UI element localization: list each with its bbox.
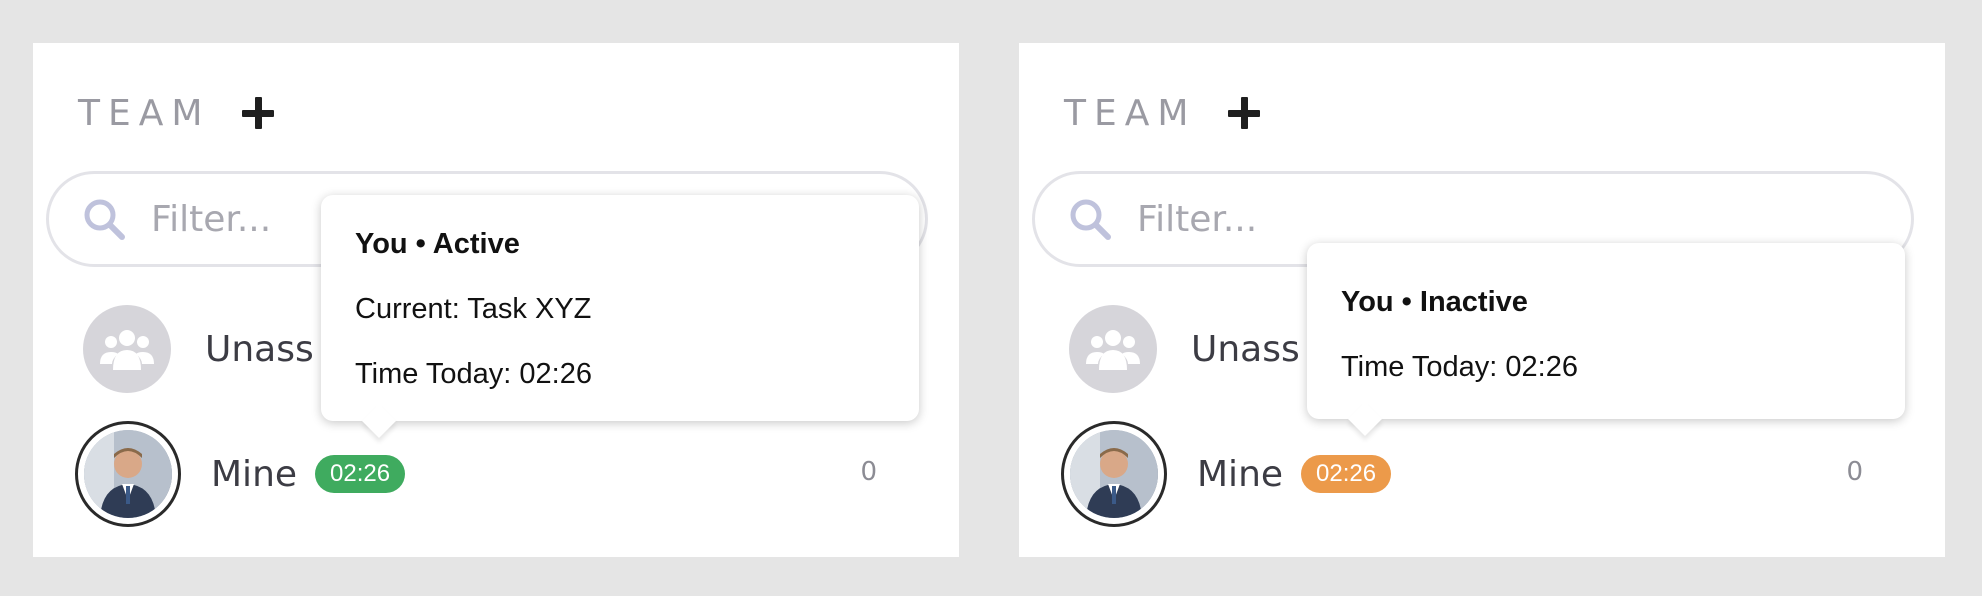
group-icon bbox=[83, 305, 171, 393]
team-panel-inactive: TEAM Unass bbox=[1019, 43, 1945, 557]
tooltip-title: You • Active bbox=[355, 228, 520, 260]
group-icon bbox=[1069, 305, 1157, 393]
tooltip-time-today: Time Today: 02:26 bbox=[355, 358, 592, 390]
team-item-mine[interactable]: Mine 02:26 0 bbox=[1061, 421, 1921, 527]
team-item-unassigned[interactable]: Unass bbox=[1069, 305, 1300, 393]
team-header: TEAM bbox=[78, 85, 276, 141]
tooltip-current-task: Current: Task XYZ bbox=[355, 293, 592, 325]
task-count: 0 bbox=[1846, 457, 1863, 487]
mine-label: Mine bbox=[1197, 453, 1284, 495]
add-team-plus-icon[interactable] bbox=[240, 95, 276, 131]
unassigned-label: Unass bbox=[205, 328, 314, 370]
status-tooltip: You • Inactive Time Today: 02:26 bbox=[1307, 243, 1905, 436]
user-avatar bbox=[1061, 421, 1167, 527]
task-count: 0 bbox=[860, 457, 877, 487]
team-title: TEAM bbox=[1064, 92, 1197, 134]
team-panel-active: TEAM Unass bbox=[33, 43, 959, 557]
tooltip-time-today: Time Today: 02:26 bbox=[1341, 351, 1578, 383]
time-badge-inactive: 02:26 bbox=[1301, 455, 1392, 493]
team-title: TEAM bbox=[78, 92, 211, 134]
team-item-mine[interactable]: Mine 02:26 0 bbox=[75, 421, 935, 527]
unassigned-label: Unass bbox=[1191, 328, 1300, 370]
filter-input[interactable] bbox=[1135, 197, 1739, 241]
add-team-plus-icon[interactable] bbox=[1226, 95, 1262, 131]
search-icon bbox=[1070, 199, 1111, 240]
team-item-unassigned[interactable]: Unass bbox=[83, 305, 314, 393]
user-avatar bbox=[75, 421, 181, 527]
search-icon bbox=[84, 199, 125, 240]
time-badge-active: 02:26 bbox=[315, 455, 406, 493]
team-header: TEAM bbox=[1064, 85, 1262, 141]
mine-label: Mine bbox=[211, 453, 298, 495]
status-tooltip: You • Active Current: Task XYZ Time Toda… bbox=[321, 195, 919, 438]
tooltip-title: You • Inactive bbox=[1341, 286, 1528, 318]
